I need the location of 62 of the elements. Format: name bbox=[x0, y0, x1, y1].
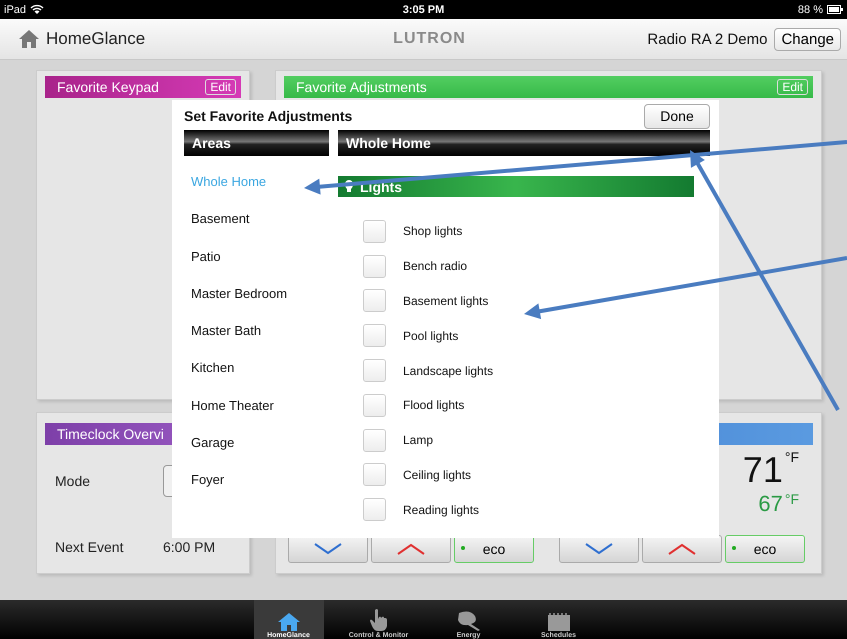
leaf-icon bbox=[456, 610, 482, 632]
system-name: Radio RA 2 Demo bbox=[647, 30, 768, 48]
load-label: Bench radio bbox=[403, 259, 468, 274]
wifi-icon bbox=[30, 4, 44, 15]
area-item[interactable]: Patio bbox=[184, 248, 329, 286]
mode-label: Mode bbox=[55, 473, 92, 489]
increase-button[interactable] bbox=[642, 535, 722, 563]
home-icon[interactable] bbox=[18, 29, 40, 49]
setpoint-unit: °F bbox=[784, 491, 799, 507]
column-header: Areas bbox=[184, 130, 329, 156]
dialog-title: Set Favorite Adjustments bbox=[184, 108, 352, 124]
hand-icon bbox=[368, 608, 388, 632]
checkbox[interactable] bbox=[363, 324, 386, 348]
checkbox[interactable] bbox=[363, 498, 386, 522]
load-label: Lamp bbox=[403, 433, 434, 448]
load-label: Shop lights bbox=[403, 224, 462, 238]
area-item[interactable]: Basement bbox=[184, 211, 329, 249]
load-label: Ceiling lights bbox=[403, 468, 472, 482]
temperature-value: 71 bbox=[742, 449, 783, 490]
status-time: 3:05 PM bbox=[402, 4, 444, 16]
chevron-up-icon bbox=[397, 543, 425, 555]
carrier-label: iPad bbox=[4, 4, 26, 16]
next-event-label: Next Event bbox=[55, 539, 124, 555]
eco-button[interactable]: eco bbox=[725, 535, 805, 563]
panel-title: Favorite Adjustments bbox=[296, 79, 427, 95]
checkbox[interactable] bbox=[363, 394, 386, 417]
setpoint-value: 67 bbox=[758, 491, 783, 516]
area-item[interactable]: Garage bbox=[184, 435, 329, 472]
checkbox[interactable] bbox=[363, 428, 386, 452]
area-item[interactable]: Master Bedroom bbox=[184, 286, 329, 324]
checkbox[interactable] bbox=[363, 220, 386, 243]
load-label: Basement lights bbox=[403, 294, 488, 308]
edit-button[interactable]: Edit bbox=[205, 79, 236, 95]
area-item[interactable]: Kitchen bbox=[184, 360, 329, 398]
app-title: HomeGlance bbox=[46, 29, 146, 49]
load-label: Flood lights bbox=[403, 398, 464, 412]
battery-percent: 88 % bbox=[798, 4, 823, 16]
done-button[interactable]: Done bbox=[644, 104, 710, 128]
logo-text: LUTRON bbox=[393, 30, 466, 48]
checkbox[interactable] bbox=[363, 254, 386, 278]
checkbox[interactable] bbox=[363, 463, 386, 486]
checkbox[interactable] bbox=[363, 359, 386, 382]
load-label: Reading lights bbox=[403, 502, 480, 517]
column-header: Whole Home bbox=[338, 130, 710, 156]
bulb-icon bbox=[344, 178, 354, 194]
load-label: Landscape lights bbox=[403, 364, 494, 378]
change-button[interactable]: Change bbox=[774, 28, 841, 50]
panel-title: Favorite Keypad bbox=[57, 79, 159, 95]
home-icon bbox=[276, 612, 300, 632]
checkbox[interactable] bbox=[363, 289, 386, 312]
chevron-down-icon bbox=[314, 543, 342, 555]
area-item[interactable]: Home Theater bbox=[184, 398, 329, 436]
panel-title: Timeclock Overvi bbox=[57, 426, 164, 442]
battery-icon bbox=[826, 5, 843, 14]
area-item[interactable]: Foyer bbox=[184, 472, 329, 510]
chevron-down-icon bbox=[585, 543, 613, 555]
temperature-unit: °F bbox=[784, 449, 799, 465]
area-item[interactable]: Master Bath bbox=[184, 323, 329, 360]
chevron-up-icon bbox=[668, 543, 696, 555]
calendar-icon bbox=[546, 612, 570, 632]
load-label: Pool lights bbox=[403, 328, 458, 343]
next-event-time: 6:00 PM bbox=[163, 539, 216, 555]
